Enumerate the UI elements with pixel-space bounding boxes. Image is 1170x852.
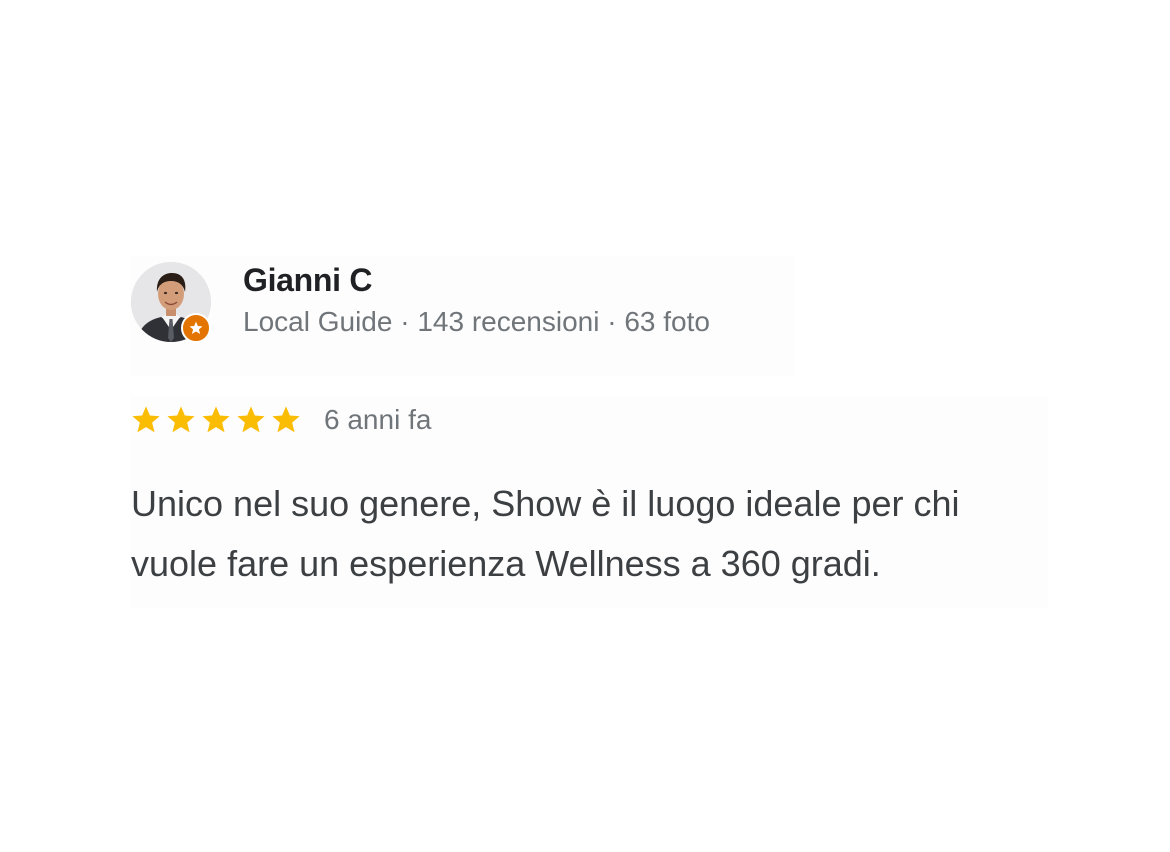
- review-text: Unico nel suo genere, Show è il luogo id…: [131, 483, 960, 584]
- meta-separator: ·: [607, 306, 617, 337]
- review-date: 6 anni fa: [324, 404, 432, 435]
- star-icon: [189, 321, 203, 334]
- star-rating: [130, 402, 302, 438]
- avatar[interactable]: [131, 262, 211, 343]
- author-level: Local Guide: [243, 306, 393, 337]
- meta-separator: ·: [400, 306, 410, 337]
- author-reviews-count: 143 recensioni: [417, 306, 600, 337]
- star-icon: [202, 406, 230, 433]
- author-name[interactable]: Gianni C: [243, 262, 372, 298]
- star-icon: [167, 406, 195, 433]
- star-icon: [272, 406, 300, 433]
- local-guide-badge-icon: [181, 313, 211, 343]
- author-meta: Local Guide · 143 recensioni · 63 foto: [243, 306, 710, 338]
- star-icon: [237, 406, 265, 433]
- star-icon: [132, 406, 160, 433]
- author-photos-count: 63 foto: [624, 306, 710, 337]
